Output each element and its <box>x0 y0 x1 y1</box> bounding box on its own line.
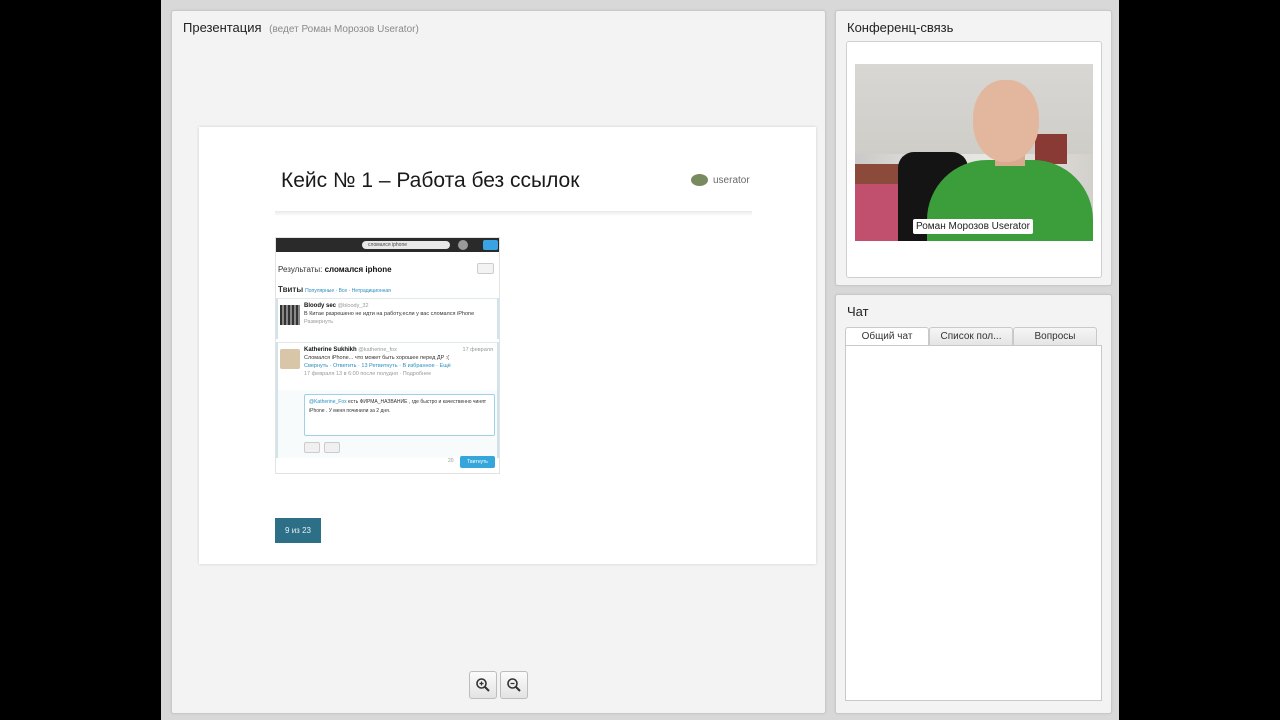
chat-tabs: Общий чат Список пол... Вопросы <box>845 327 1097 346</box>
tweet-handle: @katherine_fox <box>358 347 397 353</box>
zoom-out-button[interactable] <box>500 671 528 699</box>
userator-logo: userator <box>691 174 750 186</box>
search-results-heading: Результаты: сломался iphone <box>278 265 392 274</box>
avatar <box>280 349 300 369</box>
slide-divider <box>275 211 752 216</box>
tweet-timestamp: 17 февраля 13 в 6:00 после полудня · Под… <box>304 371 432 377</box>
presentation-title: Презентация <box>183 20 262 35</box>
reply-area: @Katherine_Fox есть ФИРМА_НАЗВАНИЕ , где… <box>276 390 499 468</box>
tweets-tabs: Твиты Популярные · Все · Нетрадиционная <box>278 285 391 294</box>
tweet-button: Твитнуть <box>460 456 495 468</box>
settings-icon <box>477 263 494 274</box>
location-pin-icon <box>324 442 340 453</box>
slide-page-indicator: 9 из 23 <box>275 518 321 543</box>
brain-icon <box>691 174 708 186</box>
gear-icon <box>458 240 468 250</box>
zoom-in-button[interactable] <box>469 671 497 699</box>
tweet-handle: @bloody_32 <box>337 303 369 309</box>
tab-participants-list[interactable]: Список пол... <box>929 327 1013 346</box>
conference-panel: Конференц-связь Роман Морозов Userator <box>835 10 1112 286</box>
presentation-subtitle: (ведет Роман Морозов Userator) <box>269 24 419 35</box>
participant-name-label: Роман Морозов Userator <box>913 219 1034 234</box>
chat-messages-area[interactable] <box>845 345 1102 701</box>
tweet-text: Сломался iPhone... что может быть хороше… <box>304 355 450 361</box>
tab-questions[interactable]: Вопросы <box>1013 327 1097 346</box>
zoom-out-icon <box>507 678 521 692</box>
tweet-author: Katherine Sukhikh <box>304 347 357 353</box>
compose-icon <box>483 240 498 250</box>
tweet-meta: Развернуть <box>304 319 334 325</box>
tweet-search-screenshot: сломался iphone Результаты: сломался iph… <box>275 237 500 474</box>
tweet-content: Bloody sec @bloody_32 В Китае разрешено … <box>304 302 493 326</box>
logo-text: userator <box>713 174 750 186</box>
zoom-in-icon <box>476 678 490 692</box>
tweet-item: Bloody sec @bloody_32 В Китае разрешено … <box>276 298 499 339</box>
presentation-panel: Презентация (ведет Роман Морозов Userato… <box>171 10 826 714</box>
webinar-app: Презентация (ведет Роман Морозов Userato… <box>161 0 1119 720</box>
tweet-author: Bloody sec <box>304 303 337 309</box>
tweet-text: В Китае разрешено не идти на работу,если… <box>304 311 475 317</box>
webcam-video[interactable]: Роман Морозов Userator <box>855 64 1093 241</box>
reply-mention: @Katherine_Fox <box>309 399 347 405</box>
tweet-item: Katherine Sukhikh @katherine_fox 17 февр… <box>276 342 499 390</box>
tweet-actions: Свернуть · Ответить · 13 Ретвитнуть · В … <box>304 363 451 369</box>
tab-general-chat[interactable]: Общий чат <box>845 327 929 346</box>
tweet-date: 17 февраля <box>462 347 493 353</box>
chat-title: Чат <box>847 304 869 319</box>
tweet-content: Katherine Sukhikh @katherine_fox 17 февр… <box>304 346 493 378</box>
conference-title: Конференц-связь <box>847 20 954 35</box>
results-query: сломался iphone <box>324 265 392 274</box>
video-person-head <box>973 80 1039 162</box>
reply-char-count: 20 <box>448 458 454 464</box>
tweets-tab-options: Популярные · Все · Нетрадиционная <box>305 288 391 294</box>
results-label: Результаты: <box>278 265 323 274</box>
presentation-header: Презентация (ведет Роман Морозов Userato… <box>183 20 419 35</box>
tweets-title: Твиты <box>278 285 304 294</box>
avatar <box>280 305 300 325</box>
twitter-topbar: сломался iphone <box>276 238 499 252</box>
chat-panel: Чат Общий чат Список пол... Вопросы <box>835 294 1112 714</box>
twitter-search-field: сломался iphone <box>362 241 450 249</box>
presentation-slide: Кейс № 1 – Работа без ссылок userator сл… <box>199 127 816 564</box>
video-container: Роман Морозов Userator <box>846 41 1102 278</box>
slide-title: Кейс № 1 – Работа без ссылок <box>281 169 580 192</box>
camera-icon <box>304 442 320 453</box>
reply-text: @Katherine_Fox есть ФИРМА_НАЗВАНИЕ , где… <box>304 394 495 436</box>
